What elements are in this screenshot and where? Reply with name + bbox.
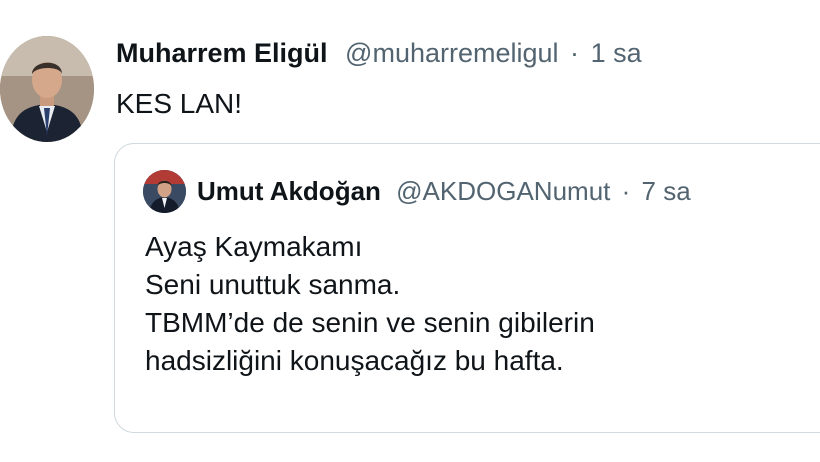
quoted-tweet-card[interactable]: Umut Akdoğan @AKDOGANumut · 7 sa Ayaş Ka… [114,143,820,433]
tweet-text: KES LAN! [116,88,243,119]
tweet[interactable]: Muharrem Eligül @muharremeligul · 1 sa K… [0,0,820,462]
quoted-text-line: Seni unuttuk sanma. [145,269,401,300]
author-handle[interactable]: @muharremeligul [345,38,558,68]
quoted-tweet-text: Ayaş Kaymakamı Seni unuttuk sanma. TBMM’… [145,228,595,380]
tweet-timestamp[interactable]: 1 sa [591,38,642,68]
quoted-tweet-timestamp[interactable]: 7 sa [642,176,691,206]
quoted-separator-dot: · [621,176,631,206]
quoted-author-name[interactable]: Umut Akdoğan [197,176,381,206]
quoted-text-line: TBMM’de de senin ve senin gibilerin [145,307,595,338]
quoted-text-line: hadsizliğini konuşacağız bu hafta. [145,345,564,376]
quoted-author-avatar[interactable] [143,170,186,213]
quoted-text-line: Ayaş Kaymakamı [145,231,363,262]
quoted-author-handle[interactable]: @AKDOGANumut [396,176,610,206]
tweet-header: Muharrem Eligül @muharremeligul · 1 sa [116,33,642,73]
quoted-tweet-header: Umut Akdoğan @AKDOGANumut · 7 sa [197,170,691,212]
author-avatar[interactable] [0,36,94,142]
author-name[interactable]: Muharrem Eligül [116,38,328,68]
separator-dot: · [570,38,580,68]
